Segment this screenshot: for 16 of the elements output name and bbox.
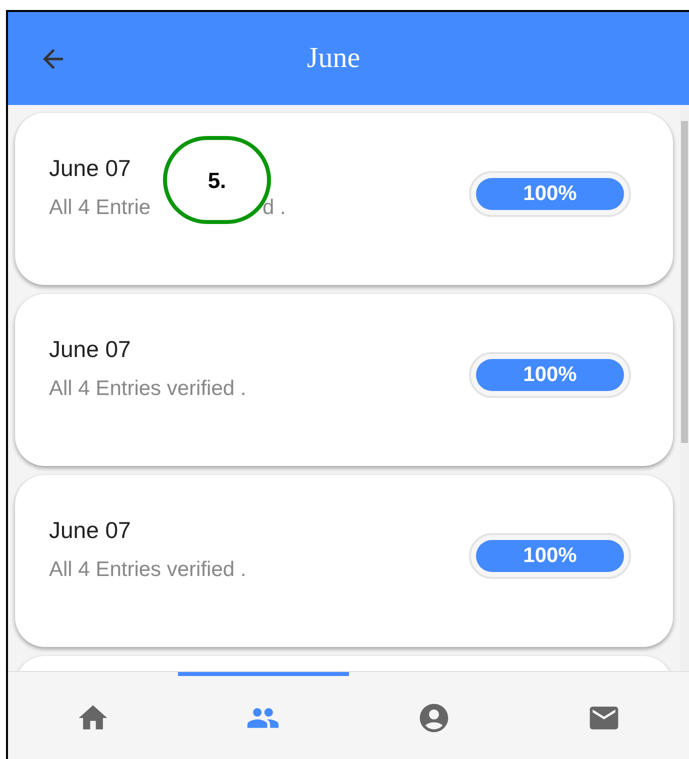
card-subtitle: All 4 Entries verified . bbox=[49, 376, 246, 402]
card-subtitle: All 4 Entrie bbox=[49, 194, 151, 220]
card-subtitle: All 4 Entries verified . bbox=[49, 556, 246, 582]
progress-reading: 100% bbox=[522, 362, 578, 388]
progress-reading: 100% bbox=[522, 181, 578, 208]
card-title: June 07 bbox=[49, 516, 131, 545]
card-subtitle: d . bbox=[262, 194, 286, 220]
scrollbar-thumb[interactable] bbox=[681, 121, 688, 443]
scrollbar[interactable] bbox=[680, 105, 689, 671]
entry-card[interactable]: June 07 All 4 Entries verified . 100% bbox=[15, 294, 673, 466]
entry-card[interactable]: June 07 All 4 Entries verified . 100% bbox=[15, 475, 673, 647]
progress-reading: 100% bbox=[522, 543, 578, 570]
card-title: June 07 bbox=[49, 154, 131, 183]
annotation-label: 5. bbox=[208, 166, 226, 194]
header-title: June bbox=[306, 40, 360, 76]
card-title: June 07 bbox=[49, 335, 131, 364]
